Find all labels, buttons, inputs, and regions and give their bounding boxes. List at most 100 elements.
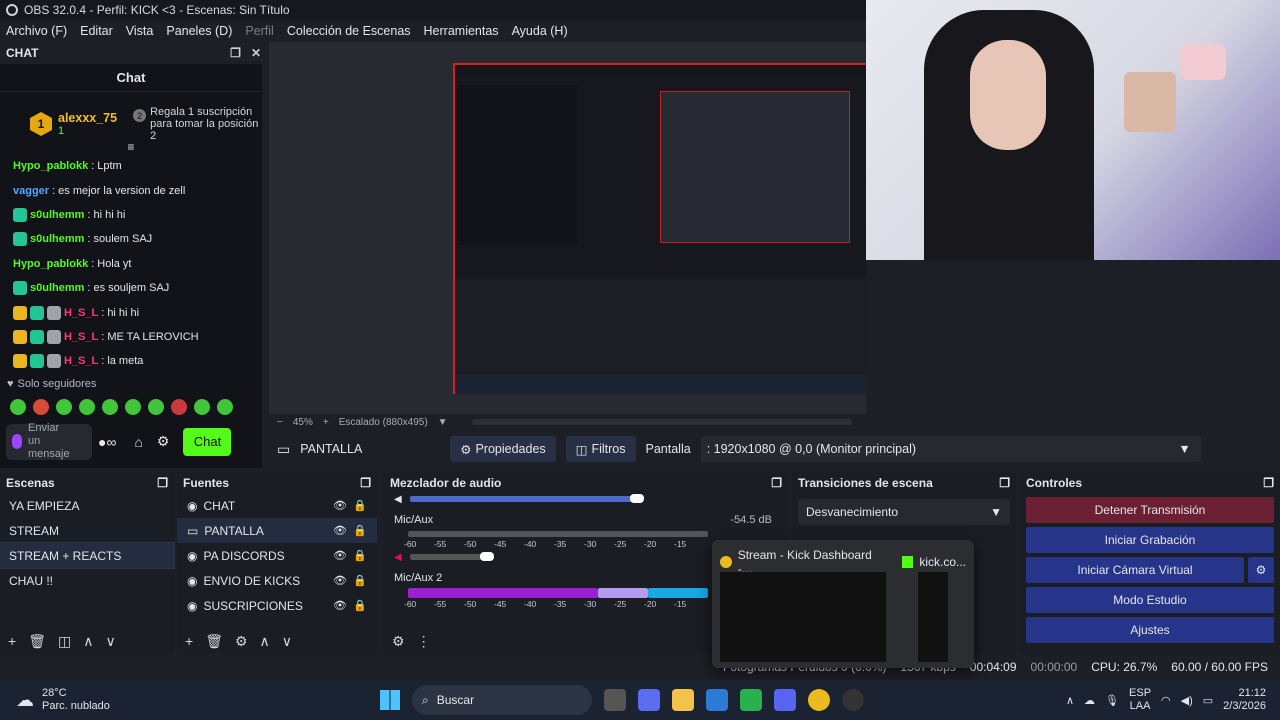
- source-item[interactable]: ▭ PANTALLA 👁 🔒: [177, 518, 377, 543]
- popup-thumbnail[interactable]: [720, 572, 886, 662]
- horizontal-scrollbar[interactable]: [471, 419, 852, 425]
- file-explorer-icon[interactable]: [672, 689, 694, 711]
- chat-username[interactable]: s0ulhemm: [30, 233, 84, 245]
- audio-settings-icon[interactable]: ⚙: [392, 633, 405, 650]
- popup-tab-title-2[interactable]: kick.co...: [919, 555, 966, 569]
- move-up-icon[interactable]: ∧: [83, 633, 93, 650]
- move-up-icon[interactable]: ∧: [260, 633, 270, 650]
- visibility-icon[interactable]: 👁: [333, 574, 347, 587]
- more-icon[interactable]: ⋮: [417, 633, 431, 650]
- scene-item[interactable]: CHAU !!: [0, 568, 174, 593]
- emote-icon[interactable]: [194, 398, 210, 415]
- emote-icon[interactable]: [56, 398, 72, 415]
- visibility-icon[interactable]: 👁: [333, 599, 347, 612]
- cloud-icon[interactable]: ☁: [1084, 694, 1095, 707]
- menu-coleccion-escenas[interactable]: Colección de Escenas: [287, 24, 411, 38]
- scroll-down-icon[interactable]: ≡: [0, 141, 262, 154]
- float-icon[interactable]: ❐: [771, 476, 782, 490]
- emote-icon[interactable]: [33, 398, 49, 415]
- emote-icon[interactable]: [217, 398, 233, 415]
- menu-perfil[interactable]: Perfil: [245, 24, 273, 38]
- discord-icon[interactable]: [774, 689, 796, 711]
- chat-username[interactable]: vagger: [13, 185, 49, 197]
- lock-icon[interactable]: 🔒: [353, 599, 367, 612]
- taskbar-preview-popup[interactable]: Stream - Kick Dashboard -... kick.co...: [712, 540, 974, 668]
- lock-icon[interactable]: 🔒: [353, 524, 367, 537]
- mute-icon[interactable]: ◀: [394, 552, 402, 563]
- emote-icon[interactable]: [10, 398, 26, 415]
- visibility-icon[interactable]: 👁: [333, 524, 347, 537]
- menu-vista[interactable]: Vista: [126, 24, 154, 38]
- scene-item[interactable]: YA EMPIEZA: [0, 493, 174, 518]
- scene-item[interactable]: STREAM: [0, 518, 174, 543]
- chat-username[interactable]: Hypo_pablokk: [13, 160, 88, 172]
- task-view-icon[interactable]: [604, 689, 626, 711]
- copilot-icon[interactable]: [638, 689, 660, 711]
- menu-ayuda[interactable]: Ayuda (H): [512, 24, 568, 38]
- chat-username[interactable]: H_S_L: [64, 355, 98, 367]
- chat-input[interactable]: Enviar un mensaje: [6, 422, 92, 460]
- add-scene-icon[interactable]: +: [8, 633, 16, 649]
- mic-volume-slider[interactable]: [409, 552, 494, 561]
- chat-username[interactable]: Hypo_pablokk: [13, 258, 88, 270]
- windows-start-icon[interactable]: [380, 690, 400, 710]
- source-item[interactable]: ◉ PA DISCORDS 👁 🔒: [177, 543, 377, 568]
- menu-archivo[interactable]: Archivo (F): [6, 24, 67, 38]
- float-icon[interactable]: ❐: [999, 476, 1010, 490]
- close-icon[interactable]: ✕: [251, 46, 261, 60]
- visibility-icon[interactable]: 👁: [333, 499, 347, 512]
- scene-filter-icon[interactable]: ◫: [58, 633, 71, 650]
- store-icon[interactable]: ⌂: [134, 434, 142, 450]
- zoom-out-button[interactable]: −: [277, 417, 283, 428]
- display-select[interactable]: : 1920x1080 @ 0,0 (Monitor principal) ▼: [700, 436, 1201, 462]
- mic-tray-icon[interactable]: 🎙: [1105, 694, 1119, 707]
- emote-picker-icon[interactable]: ●∞: [98, 434, 116, 450]
- add-source-icon[interactable]: +: [185, 633, 193, 649]
- source-item[interactable]: ◉ CHAT 👁 🔒: [177, 493, 377, 518]
- float-icon[interactable]: ❐: [157, 476, 168, 490]
- stop-stream-button[interactable]: Detener Transmisión: [1026, 497, 1274, 523]
- float-icon[interactable]: ❐: [230, 46, 241, 60]
- desktop-volume-slider[interactable]: [409, 494, 644, 503]
- remove-source-icon[interactable]: 🗑: [205, 633, 223, 650]
- chat-username[interactable]: H_S_L: [64, 307, 98, 319]
- filters-button[interactable]: ◫ Filtros: [565, 436, 636, 462]
- chrome-icon[interactable]: [808, 689, 830, 711]
- settings-icon[interactable]: ⚙: [157, 433, 170, 450]
- scene-item[interactable]: STREAM + REACTS: [0, 542, 175, 569]
- obs-icon[interactable]: [842, 689, 864, 711]
- visibility-icon[interactable]: 👁: [333, 549, 347, 562]
- lock-icon[interactable]: 🔒: [353, 574, 367, 587]
- chat-username[interactable]: s0ulhemm: [30, 282, 84, 294]
- source-item[interactable]: ◉ ENVIO DE KICKS 👁 🔒: [177, 568, 377, 593]
- clock[interactable]: 21:12 2/3/2026: [1223, 687, 1266, 713]
- float-icon[interactable]: ❐: [1263, 476, 1274, 490]
- settings-button[interactable]: Ajustes: [1026, 617, 1274, 643]
- spreadsheet-icon[interactable]: [740, 689, 762, 711]
- menu-editar[interactable]: Editar: [80, 24, 113, 38]
- source-item[interactable]: ◉ SUSCRIPCIONES 👁 🔒: [177, 593, 377, 618]
- emote-icon[interactable]: [102, 398, 118, 415]
- remove-scene-icon[interactable]: 🗑: [28, 633, 46, 650]
- store-icon[interactable]: [706, 689, 728, 711]
- zoom-in-button[interactable]: +: [323, 417, 329, 428]
- show-hidden-icons[interactable]: ∧: [1066, 694, 1074, 707]
- move-down-icon[interactable]: ∨: [282, 633, 292, 650]
- wifi-icon[interactable]: ◠: [1161, 694, 1171, 707]
- move-down-icon[interactable]: ∨: [105, 633, 115, 650]
- source-settings-icon[interactable]: ⚙: [235, 633, 248, 650]
- popup-thumbnail-2[interactable]: [918, 572, 948, 662]
- battery-icon[interactable]: ▭: [1203, 694, 1213, 707]
- taskbar-search[interactable]: ⌕ Buscar: [412, 685, 592, 715]
- start-recording-button[interactable]: Iniciar Grabación: [1026, 527, 1274, 553]
- chat-username[interactable]: s0ulhemm: [30, 209, 84, 221]
- transition-select[interactable]: Desvanecimiento ▼: [798, 499, 1010, 525]
- emote-icon[interactable]: [171, 398, 187, 415]
- start-virtual-camera-button[interactable]: Iniciar Cámara Virtual: [1026, 557, 1244, 583]
- float-icon[interactable]: ❐: [360, 476, 371, 490]
- menu-paneles[interactable]: Paneles (D): [166, 24, 232, 38]
- emote-icon[interactable]: [125, 398, 141, 415]
- weather-widget[interactable]: ☁ 28°C Parc. nublado: [0, 687, 380, 713]
- studio-mode-button[interactable]: Modo Estudio: [1026, 587, 1274, 613]
- gift-user[interactable]: alexxx_75: [58, 111, 117, 125]
